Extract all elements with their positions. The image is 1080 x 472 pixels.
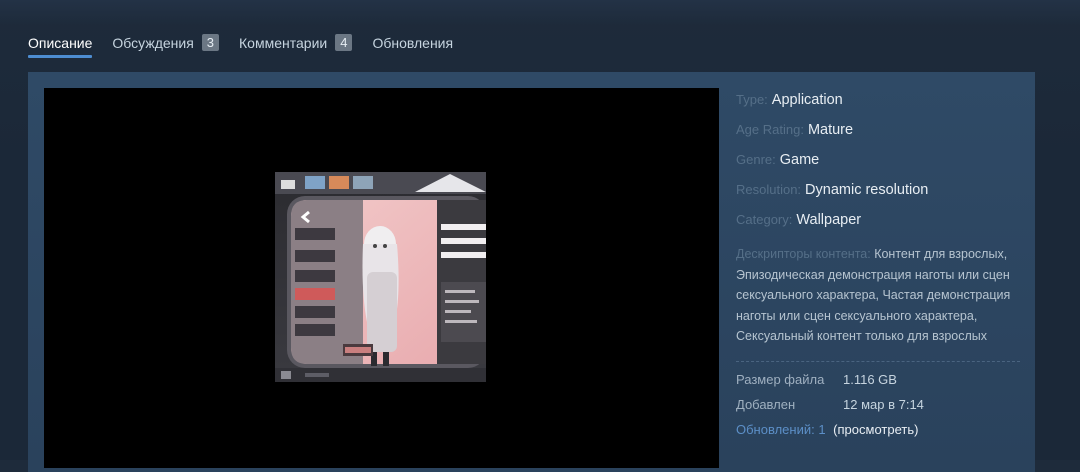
detail-genre: Genre: Game — [736, 152, 1026, 182]
tab-updates-label: Обновления — [372, 34, 454, 51]
tab-comments-label: Комментарии — [239, 34, 328, 51]
stat-updates: Обновлений: 1 (просмотреть) — [736, 422, 1026, 447]
detail-age-rating-value: Mature — [807, 122, 854, 138]
updates-count-link[interactable]: Обновлений: 1 — [736, 422, 826, 437]
discussions-count-badge: 3 — [201, 34, 220, 51]
detail-type: Type: Application — [736, 92, 1026, 122]
stat-file-size: Размер файла 1.116 GB — [736, 372, 1026, 397]
workshop-tabs: Описание Обсуждения 3 Комментарии 4 Обно… — [28, 34, 473, 58]
details-divider — [736, 360, 1020, 362]
stat-added: Добавлен 12 мар в 7:14 — [736, 397, 1026, 422]
detail-category-label: Category: — [736, 212, 793, 227]
detail-category: Category: Wallpaper — [736, 212, 1026, 242]
header-fade — [0, 0, 1080, 24]
view-updates-link[interactable]: (просмотреть) — [833, 422, 918, 437]
stat-file-size-label: Размер файла — [736, 371, 825, 387]
tab-description[interactable]: Описание — [28, 34, 93, 58]
detail-genre-value: Game — [779, 152, 820, 168]
detail-type-label: Type: — [736, 92, 768, 107]
detail-resolution: Resolution: Dynamic resolution — [736, 182, 1026, 212]
detail-category-value: Wallpaper — [796, 212, 862, 228]
tab-comments[interactable]: Комментарии 4 — [239, 34, 353, 57]
content-descriptors-value: Контент для взрослых, Эпизодическая демо… — [736, 247, 1011, 343]
detail-resolution-label: Resolution: — [736, 182, 802, 197]
content-descriptors: Дескрипторы контента: Контент для взросл… — [736, 244, 1021, 347]
detail-genre-label: Genre: — [736, 152, 776, 167]
detail-age-rating: Age Rating: Mature — [736, 122, 1026, 152]
detail-type-value: Application — [771, 92, 843, 108]
tab-description-label: Описание — [28, 34, 93, 51]
tab-discussions-label: Обсуждения — [112, 34, 194, 51]
tab-discussions[interactable]: Обсуждения 3 — [112, 34, 220, 57]
item-stats: Размер файла 1.116 GB Добавлен 12 мар в … — [736, 372, 1026, 447]
stat-file-size-value: 1.116 GB — [843, 371, 897, 387]
comments-count-badge: 4 — [335, 34, 353, 51]
detail-resolution-value: Dynamic resolution — [805, 182, 929, 198]
wallpaper-preview-image[interactable] — [275, 172, 486, 382]
content-descriptors-label: Дескрипторы контента: — [736, 247, 871, 261]
item-details: Type: Application Age Rating: Mature Gen… — [736, 92, 1026, 447]
detail-age-rating-label: Age Rating: — [736, 122, 804, 137]
tab-updates[interactable]: Обновления — [372, 35, 453, 57]
stat-added-label: Добавлен — [736, 396, 796, 412]
stat-added-value: 12 мар в 7:14 — [843, 396, 924, 412]
